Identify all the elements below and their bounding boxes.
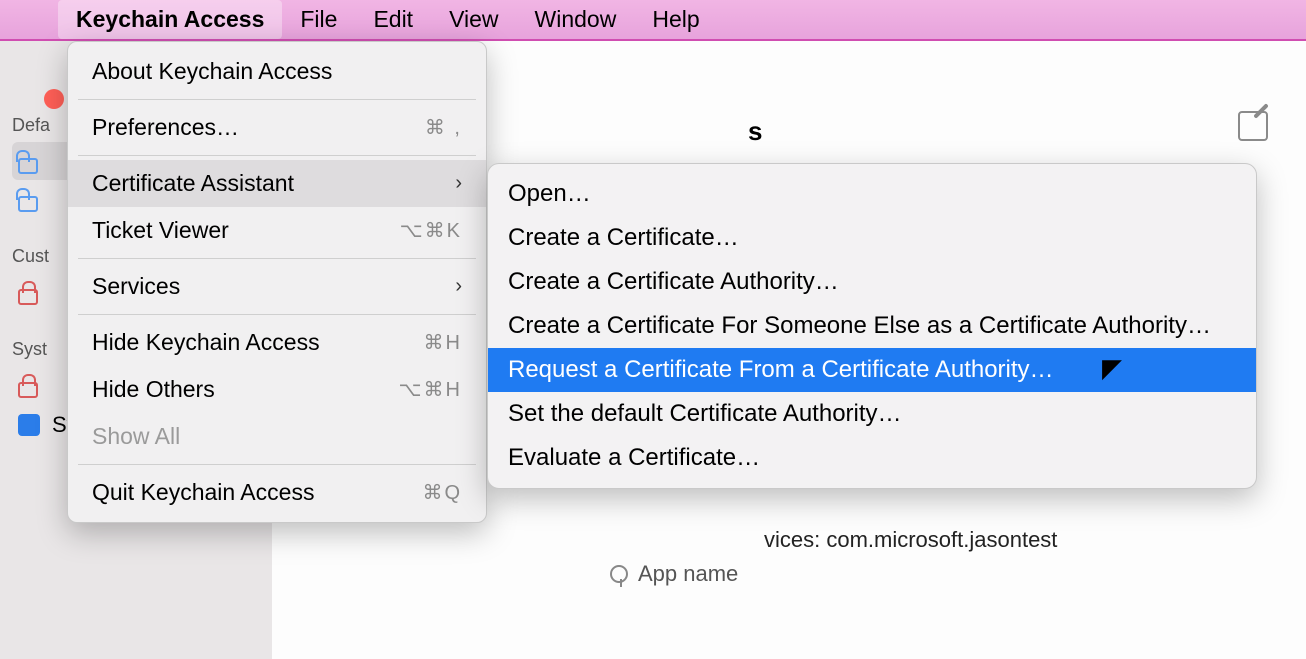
menu-hide-others[interactable]: Hide Others ⌥⌘H xyxy=(68,366,486,413)
menubar-view[interactable]: View xyxy=(431,0,516,39)
menu-ticket-viewer[interactable]: Ticket Viewer ⌥⌘K xyxy=(68,207,486,254)
menu-item-label: About Keychain Access xyxy=(92,58,332,85)
menu-item-label: Preferences… xyxy=(92,114,239,141)
submenu-create-ca[interactable]: Create a Certificate Authority… xyxy=(488,260,1256,304)
menu-separator xyxy=(78,314,476,315)
unlock-icon xyxy=(18,150,40,172)
submenu-create-certificate[interactable]: Create a Certificate… xyxy=(488,216,1256,260)
toolbar-right xyxy=(1238,111,1268,141)
filter-row: App name xyxy=(610,561,738,587)
window-close-button[interactable] xyxy=(44,89,64,109)
menu-item-label: Show All xyxy=(92,423,180,450)
window-title-fragment: s xyxy=(748,116,762,147)
lock-icon xyxy=(18,374,40,396)
menu-show-all: Show All xyxy=(68,413,486,460)
menu-item-label: Hide Others xyxy=(92,376,215,403)
unlock-icon xyxy=(18,188,40,210)
chevron-right-icon: › xyxy=(455,172,462,195)
menu-hide-app[interactable]: Hide Keychain Access ⌘H xyxy=(68,319,486,366)
menu-about[interactable]: About Keychain Access xyxy=(68,48,486,95)
menu-shortcut: ⌘Q xyxy=(422,480,462,505)
certificate-assistant-submenu: Open… Create a Certificate… Create a Cer… xyxy=(487,163,1257,489)
menu-shortcut: ⌘ , xyxy=(425,115,462,140)
submenu-evaluate[interactable]: Evaluate a Certificate… xyxy=(488,436,1256,480)
lock-icon xyxy=(18,281,40,303)
system-roots-icon xyxy=(18,414,40,436)
menubar-app-name[interactable]: Keychain Access xyxy=(58,0,282,39)
compose-icon[interactable] xyxy=(1238,111,1268,141)
menu-shortcut: ⌥⌘K xyxy=(400,218,462,243)
menu-item-label: Ticket Viewer xyxy=(92,217,229,244)
submenu-create-for-someone[interactable]: Create a Certificate For Someone Else as… xyxy=(488,304,1256,348)
submenu-request-certificate[interactable]: Request a Certificate From a Certificate… xyxy=(488,348,1256,392)
menu-shortcut: ⌥⌘H xyxy=(399,377,463,402)
submenu-open[interactable]: Open… xyxy=(488,172,1256,216)
menubar-edit[interactable]: Edit xyxy=(355,0,431,39)
menu-item-label: Services xyxy=(92,273,180,300)
chevron-right-icon: › xyxy=(455,275,462,298)
menu-separator xyxy=(78,99,476,100)
menubar-file[interactable]: File xyxy=(282,0,355,39)
menu-separator xyxy=(78,258,476,259)
filter-label: App name xyxy=(638,561,738,587)
menu-item-label: Hide Keychain Access xyxy=(92,329,320,356)
menubar-window[interactable]: Window xyxy=(517,0,635,39)
menu-quit[interactable]: Quit Keychain Access ⌘Q xyxy=(68,469,486,516)
menu-services[interactable]: Services › xyxy=(68,263,486,310)
menu-item-label: Certificate Assistant xyxy=(92,170,294,197)
detail-line: vices: com.microsoft.jasontest xyxy=(764,527,1057,553)
menu-shortcut: ⌘H xyxy=(424,330,462,355)
app-menu: About Keychain Access Preferences… ⌘ , Ce… xyxy=(67,41,487,523)
menubar-help[interactable]: Help xyxy=(634,0,717,39)
menu-item-label: Quit Keychain Access xyxy=(92,479,314,506)
submenu-set-default-ca[interactable]: Set the default Certificate Authority… xyxy=(488,392,1256,436)
menu-separator xyxy=(78,464,476,465)
filter-icon xyxy=(610,565,628,583)
menu-certificate-assistant[interactable]: Certificate Assistant › xyxy=(68,160,486,207)
menubar: Keychain Access File Edit View Window He… xyxy=(0,0,1306,41)
menu-separator xyxy=(78,155,476,156)
menu-preferences[interactable]: Preferences… ⌘ , xyxy=(68,104,486,151)
